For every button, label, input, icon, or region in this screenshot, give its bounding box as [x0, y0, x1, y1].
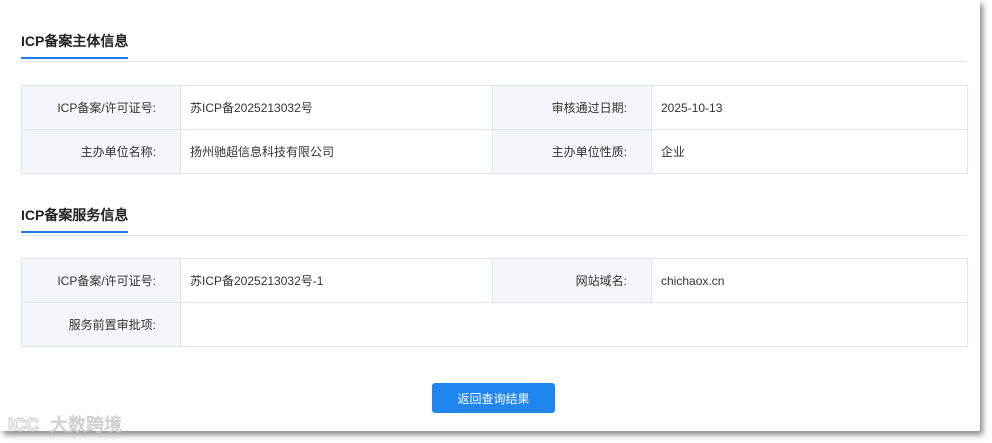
watermark-text: 大数跨境 [50, 415, 122, 435]
domain-value: chichaox.cn [651, 258, 968, 303]
organizer-name-value: 扬州驰超信息科技有限公司 [180, 129, 493, 174]
service-section-title: ICP备案服务信息 [21, 205, 129, 233]
subject-section-title: ICP备案主体信息 [21, 31, 129, 59]
icp-number-label: ICP备案/许可证号: [21, 85, 181, 130]
pre-approval-value [180, 302, 968, 347]
svg-text:ICC: ICC [8, 415, 39, 435]
back-to-results-button[interactable]: 返回查询结果 [432, 383, 555, 413]
pre-approval-label: 服务前置审批项: [21, 302, 181, 347]
watermark: ICC 大数跨境 [8, 411, 122, 437]
approval-date-value: 2025-10-13 [651, 85, 968, 130]
table-row: 主办单位名称: 扬州驰超信息科技有限公司 主办单位性质: 企业 [21, 129, 968, 174]
subject-section-divider [21, 61, 966, 62]
service-icp-number-label: ICP备案/许可证号: [21, 258, 181, 303]
service-section-divider [21, 235, 966, 236]
organizer-type-value: 企业 [651, 129, 968, 174]
organizer-name-label: 主办单位名称: [21, 129, 181, 174]
service-info-table: ICP备案/许可证号: 苏ICP备2025213032号-1 网站域名: chi… [21, 258, 968, 347]
table-row: 服务前置审批项: [21, 302, 968, 347]
subject-info-table: ICP备案/许可证号: 苏ICP备2025213032号 审核通过日期: 202… [21, 85, 968, 174]
table-row: ICP备案/许可证号: 苏ICP备2025213032号 审核通过日期: 202… [21, 85, 968, 130]
domain-label: 网站域名: [492, 258, 652, 303]
service-icp-number-value: 苏ICP备2025213032号-1 [180, 258, 493, 303]
icc-logo-icon: ICC [8, 414, 40, 435]
page-card: ICP备案主体信息 ICP备案/许可证号: 苏ICP备2025213032号 审… [0, 0, 980, 431]
approval-date-label: 审核通过日期: [492, 85, 652, 130]
table-row: ICP备案/许可证号: 苏ICP备2025213032号-1 网站域名: chi… [21, 258, 968, 303]
icp-number-value: 苏ICP备2025213032号 [180, 85, 493, 130]
organizer-type-label: 主办单位性质: [492, 129, 652, 174]
